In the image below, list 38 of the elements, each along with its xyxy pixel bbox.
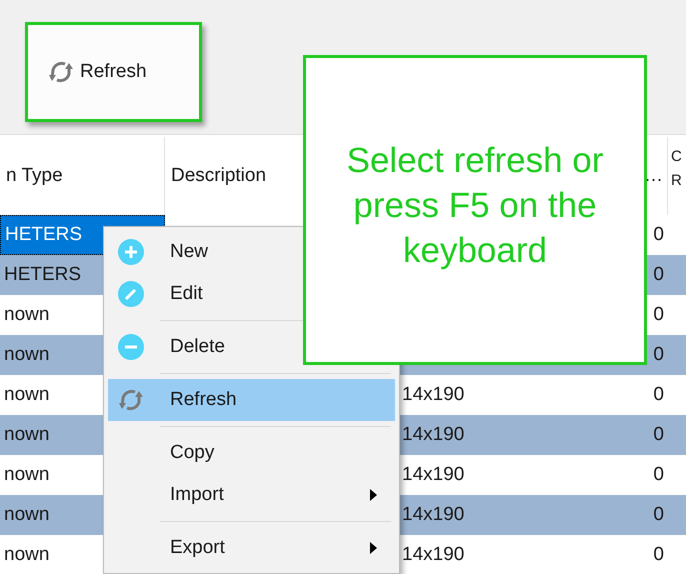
- refresh-button[interactable]: Refresh: [25, 22, 202, 122]
- table-cell: 14x190: [402, 504, 464, 526]
- column-header[interactable]: C R: [671, 145, 686, 193]
- refresh-icon: [48, 60, 74, 84]
- table-cell: nown: [4, 304, 50, 326]
- callout-text: Select refresh or press F5 on the keyboard: [346, 140, 604, 272]
- submenu-arrow-icon: [370, 489, 377, 501]
- column-header[interactable]: Description: [171, 165, 266, 187]
- table-cell: 14x190: [402, 384, 464, 406]
- table-cell: 0: [653, 384, 664, 406]
- menu-item[interactable]: Refresh: [108, 379, 395, 421]
- menu-item[interactable]: Copy: [108, 432, 395, 474]
- submenu-arrow-icon: [370, 542, 377, 554]
- table-cell: 14x190: [402, 464, 464, 486]
- table-cell: HETERS: [4, 264, 82, 286]
- table-cell: 0: [653, 264, 664, 286]
- edit-icon: [118, 281, 144, 307]
- table-cell: 0: [653, 504, 664, 526]
- table-cell: 0: [653, 224, 664, 246]
- menu-item[interactable]: Import: [108, 474, 395, 516]
- table-cell: 0: [653, 544, 664, 566]
- table-cell: nown: [4, 384, 50, 406]
- table-cell: nown: [4, 424, 50, 446]
- delete-icon: [118, 334, 144, 360]
- refresh-icon: [118, 388, 144, 412]
- table-cell: nown: [4, 464, 50, 486]
- add-icon: [118, 239, 144, 265]
- table-cell: 0: [653, 344, 664, 366]
- table-cell: nown: [4, 544, 50, 566]
- menu-item[interactable]: Export: [108, 527, 395, 569]
- table-cell: 0: [653, 464, 664, 486]
- table-cell: nown: [4, 344, 50, 366]
- table-cell: 14x190: [402, 544, 464, 566]
- table-cell: 0: [653, 424, 664, 446]
- table-cell: nown: [4, 504, 50, 526]
- table-cell: 0: [653, 304, 664, 326]
- column-header[interactable]: n Type: [6, 165, 63, 187]
- table-cell: 14x190: [402, 424, 464, 446]
